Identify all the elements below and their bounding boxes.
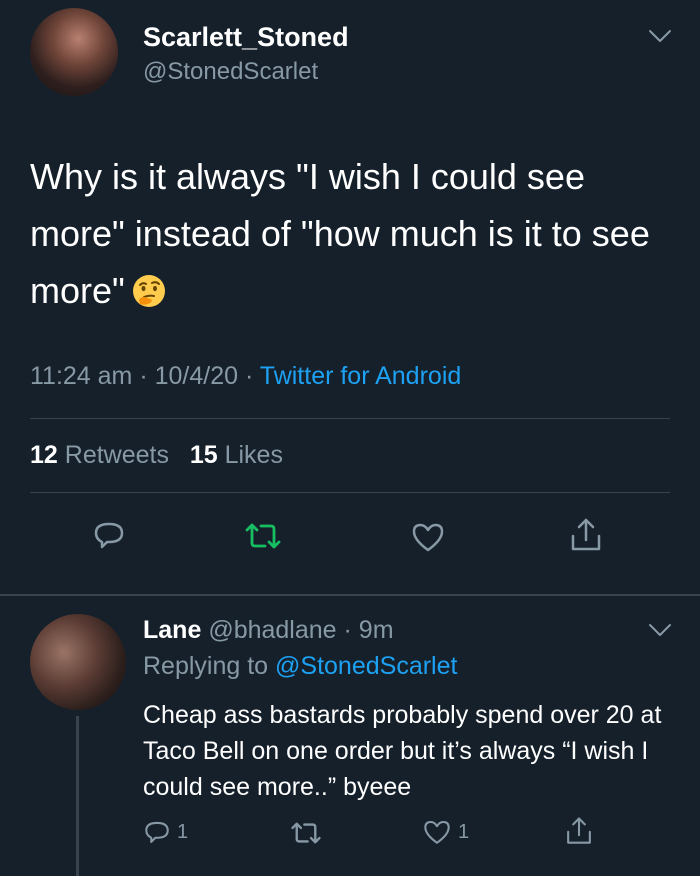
replying-to-label: Replying to xyxy=(143,652,269,680)
reply-time: 9m xyxy=(358,616,394,644)
likes-count[interactable]: 15 xyxy=(190,441,218,469)
reply-button[interactable] xyxy=(92,518,126,552)
replying-to-handle[interactable]: @StonedScarlet xyxy=(275,652,457,680)
share-button[interactable] xyxy=(568,516,604,554)
likes-label[interactable]: Likes xyxy=(225,441,283,469)
reply-text: Cheap ass bastards probably spend over 2… xyxy=(143,701,662,801)
section-divider xyxy=(0,594,700,596)
tweet-stats: 12 Retweets 15 Likes xyxy=(30,441,283,470)
retweet-icon xyxy=(290,820,322,846)
divider xyxy=(30,418,670,419)
reply-count: 1 xyxy=(177,820,189,843)
like-button[interactable] xyxy=(410,521,446,553)
tweet-meta: 11:24 am · 10/4/20 · Twitter for Android xyxy=(30,362,462,390)
share-icon xyxy=(568,516,604,554)
replying-to: Replying to @StonedScarlet xyxy=(143,652,457,681)
chevron-down-icon[interactable] xyxy=(648,622,672,638)
retweets-label[interactable]: Retweets xyxy=(65,441,169,469)
reply-share-button[interactable] xyxy=(564,815,594,847)
divider xyxy=(30,492,670,493)
retweets-count[interactable]: 12 xyxy=(30,441,58,469)
heart-icon xyxy=(422,818,452,846)
reply-avatar[interactable] xyxy=(30,614,126,710)
heart-icon xyxy=(410,521,446,553)
thinking-face-icon xyxy=(131,268,167,307)
reply-like-button[interactable]: 1 xyxy=(422,818,469,846)
thread-line xyxy=(76,716,79,876)
reply-reply-button[interactable]: 1 xyxy=(143,818,188,846)
share-icon xyxy=(564,815,594,847)
chevron-down-icon[interactable] xyxy=(648,28,672,44)
user-handle[interactable]: @StonedScarlet xyxy=(143,58,318,86)
avatar[interactable] xyxy=(30,8,118,96)
tweet-text: Why is it always "I wish I could see mor… xyxy=(30,148,670,319)
reply-icon xyxy=(92,518,126,552)
tweet-date: 10/4/20 xyxy=(154,362,239,390)
tweet-time: 11:24 am xyxy=(30,362,133,390)
reply-header: Lane @bhadlane · 9m xyxy=(143,616,394,644)
tweet-source-link[interactable]: Twitter for Android xyxy=(260,362,461,390)
like-count: 1 xyxy=(458,820,470,843)
reply-icon xyxy=(143,818,171,846)
retweet-button[interactable] xyxy=(244,521,282,551)
reply-display-name[interactable]: Lane xyxy=(143,616,201,644)
reply-retweet-button[interactable] xyxy=(290,820,322,846)
retweet-icon xyxy=(244,521,282,551)
tweet-text-content: Why is it always "I wish I could see mor… xyxy=(30,156,650,311)
display-name[interactable]: Scarlett_Stoned xyxy=(143,22,349,53)
reply-handle[interactable]: @bhadlane xyxy=(208,616,336,644)
